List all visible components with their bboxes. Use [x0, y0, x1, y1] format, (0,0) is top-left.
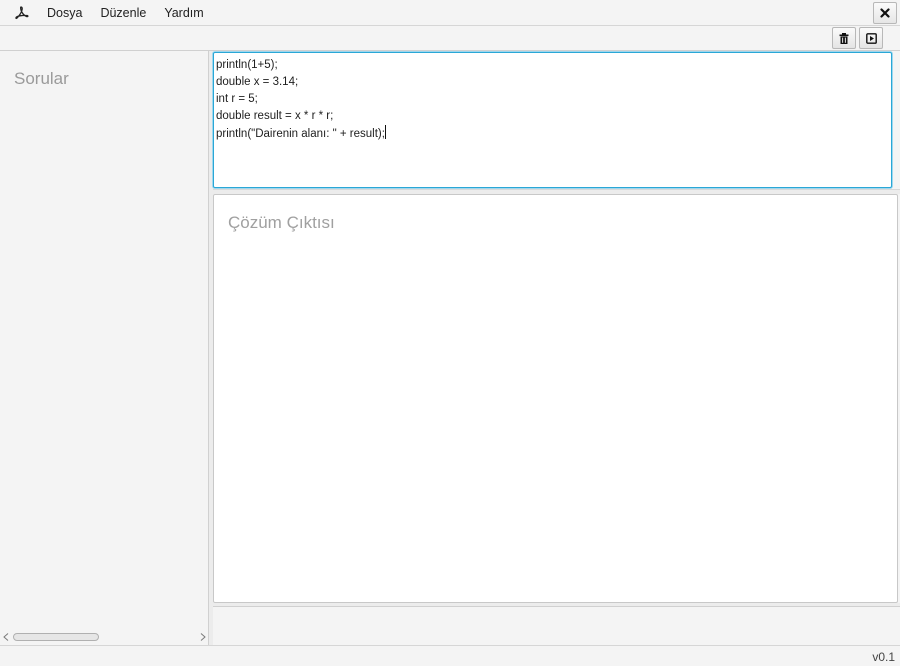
code-line-text: println("Dairenin alanı: " + result);	[216, 128, 385, 140]
trash-icon	[839, 32, 849, 44]
scroll-thumb[interactable]	[13, 633, 99, 641]
text-caret	[384, 125, 386, 139]
app-logo-icon[interactable]	[12, 3, 32, 23]
toolbar	[0, 26, 900, 51]
code-line: int r = 5;	[216, 93, 258, 105]
code-editor[interactable]: println(1+5); double x = 3.14; int r = 5…	[213, 52, 892, 188]
scroll-left-icon[interactable]	[0, 631, 12, 643]
output-title: Çözüm Çıktısı	[228, 213, 335, 232]
status-bar: v0.1	[0, 645, 900, 666]
close-button[interactable]	[873, 2, 897, 24]
code-line-last: println("Dairenin alanı: " + result);	[216, 125, 889, 142]
close-icon	[880, 8, 890, 18]
horizontal-scrollbar[interactable]	[0, 631, 209, 643]
menu-dosya[interactable]: Dosya	[38, 0, 91, 26]
questions-panel[interactable]: Sorular	[0, 51, 209, 645]
bottom-pane	[213, 607, 900, 645]
play-box-icon	[865, 32, 877, 44]
solution-output-area[interactable]: Çözüm Çıktısı	[213, 194, 898, 603]
clear-button[interactable]	[832, 27, 856, 49]
code-line: println(1+5);	[216, 59, 278, 71]
code-line: double x = 3.14;	[216, 76, 299, 88]
scroll-track[interactable]	[12, 632, 197, 642]
questions-title: Sorular	[14, 69, 69, 88]
scroll-right-icon[interactable]	[197, 631, 209, 643]
menu-duzenle[interactable]: Düzenle	[91, 0, 155, 26]
run-button[interactable]	[859, 27, 883, 49]
version-label: v0.1	[872, 650, 895, 664]
menu-yardim[interactable]: Yardım	[155, 0, 212, 26]
menu-bar: Dosya Düzenle Yardım	[0, 0, 900, 26]
code-line: double result = x * r * r;	[216, 110, 334, 122]
